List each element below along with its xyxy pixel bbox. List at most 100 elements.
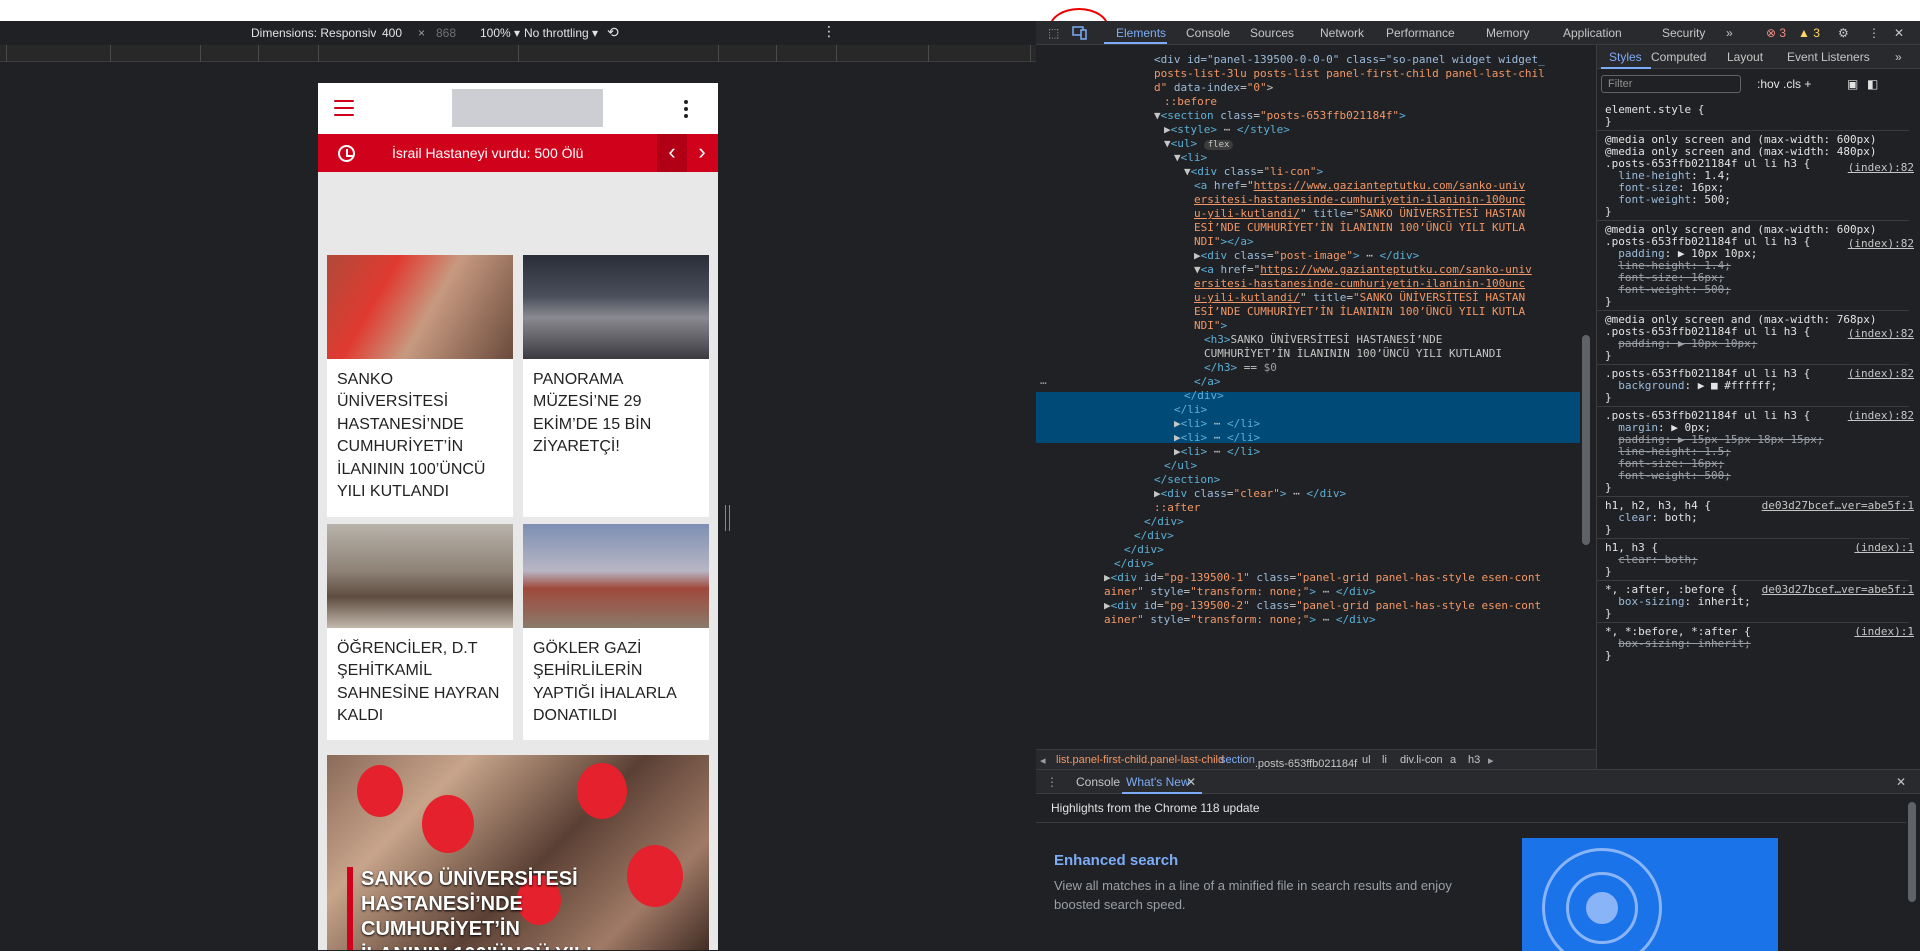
style-rule-line[interactable]: element.style { xyxy=(1605,103,1704,117)
style-source-link[interactable]: (index):82 xyxy=(1848,327,1914,340)
zoom-select[interactable]: 100% ▾ xyxy=(480,26,520,40)
settings-gear-icon[interactable]: ⚙ xyxy=(1838,26,1849,40)
warning-count[interactable]: ▲ 3 xyxy=(1798,26,1820,40)
crumb-item[interactable]: div.li-con xyxy=(1400,754,1443,766)
featured-post[interactable]: SANKO ÜNİVERSİTESİ HASTANESİ’NDE CUMHURİ… xyxy=(327,755,709,950)
more-options-icon[interactable]: ⋮ xyxy=(822,23,836,40)
tab-memory[interactable]: Memory xyxy=(1486,26,1529,40)
post-card[interactable]: SANKO ÜNİVERSİTESİ HASTANESİ’NDE CUMHURİ… xyxy=(327,255,513,517)
style-rule-line[interactable]: } xyxy=(1605,205,1612,219)
whats-new-image[interactable] xyxy=(1522,838,1778,951)
close-devtools-icon[interactable]: ✕ xyxy=(1894,26,1904,40)
style-rule-line[interactable]: } xyxy=(1605,523,1612,537)
style-rule-line[interactable]: } xyxy=(1605,115,1612,129)
post-title[interactable]: SANKO ÜNİVERSİTESİ HASTANESİ’NDE CUMHURİ… xyxy=(327,359,513,513)
width-input[interactable]: 400 xyxy=(376,24,424,42)
ticker-prev-button[interactable]: ‹ xyxy=(657,134,687,172)
post-image[interactable] xyxy=(523,524,709,628)
dom-node-line[interactable]: ESİ’NDE CUMHURİYET’İN İLANININ 100’ÜNCÜ … xyxy=(1194,303,1525,320)
post-image[interactable] xyxy=(327,255,513,359)
tab-network[interactable]: Network xyxy=(1320,26,1364,40)
kebab-menu-icon[interactable] xyxy=(684,100,688,118)
hamburger-menu-icon[interactable] xyxy=(334,100,354,116)
tab-computed[interactable]: Computed xyxy=(1651,50,1706,64)
post-title[interactable]: GÖKLER GAZİ ŞEHİRLİLERİN YAPTIĞI İHALARL… xyxy=(523,628,709,738)
crumb-item[interactable]: list.panel-first-child.panel-last-child xyxy=(1056,754,1224,766)
ticker-next-button[interactable]: › xyxy=(687,134,717,172)
styles-filter-input[interactable]: Filter xyxy=(1601,75,1741,93)
sidebar-toggle-icon[interactable]: ◧ xyxy=(1867,77,1878,91)
crumb-item[interactable]: ul xyxy=(1362,754,1371,766)
dimensions-select[interactable]: Dimensions: Responsive ▾ xyxy=(251,26,392,40)
style-source-link[interactable]: (index):82 xyxy=(1848,237,1914,250)
style-source-link[interactable]: (index):82 xyxy=(1848,161,1914,174)
dom-node-line[interactable]: ainer" style="transform: none;"> ⋯ </div… xyxy=(1104,611,1376,628)
post-image[interactable] xyxy=(327,524,513,628)
more-tabs-button[interactable]: » xyxy=(1726,26,1733,40)
style-source-link[interactable]: (index):1 xyxy=(1854,625,1914,638)
elements-tree[interactable]: … <div id="panel-139500-0-0-0" class="so… xyxy=(1036,45,1596,749)
style-rule-line[interactable]: box-sizing: inherit; xyxy=(1605,637,1750,651)
customize-icon[interactable]: ⋮ xyxy=(1868,26,1880,40)
style-rule-line[interactable]: } xyxy=(1605,649,1612,663)
tab-styles[interactable]: Styles xyxy=(1609,50,1642,64)
tab-layout[interactable]: Layout xyxy=(1727,50,1763,64)
tab-performance[interactable]: Performance xyxy=(1386,26,1455,40)
style-rule-line[interactable]: font-weight: 500; xyxy=(1605,193,1731,207)
post-image[interactable] xyxy=(523,255,709,359)
style-rule-line[interactable]: box-sizing: inherit; xyxy=(1605,595,1750,609)
style-rule-line[interactable]: } xyxy=(1605,481,1612,495)
crumb-item[interactable]: h3 xyxy=(1468,754,1480,766)
style-rule-line[interactable]: } xyxy=(1605,295,1612,309)
site-logo[interactable] xyxy=(452,89,603,127)
style-source-link[interactable]: de03d27bcef…ver=abe5f:1 xyxy=(1762,583,1914,596)
post-card[interactable]: ÖĞRENCİLER, D.T ŞEHİTKAMİL SAHNESİNE HAY… xyxy=(327,524,513,740)
style-source-link[interactable]: (index):1 xyxy=(1854,541,1914,554)
more-styles-tabs[interactable]: » xyxy=(1895,50,1902,64)
crumb-item[interactable]: a xyxy=(1450,754,1456,766)
post-card[interactable]: GÖKLER GAZİ ŞEHİRLİLERİN YAPTIĞI İHALARL… xyxy=(523,524,709,740)
whats-new-title[interactable]: Enhanced search xyxy=(1054,852,1178,869)
style-rule-line[interactable]: } xyxy=(1605,565,1612,579)
rotate-icon[interactable]: ⟲ xyxy=(607,24,619,41)
post-title[interactable]: PANORAMA MÜZESİ’NE 29 EKİM’DE 15 BİN ZİY… xyxy=(523,359,709,469)
post-title[interactable]: ÖĞRENCİLER, D.T ŞEHİTKAMİL SAHNESİNE HAY… xyxy=(327,628,513,738)
post-card[interactable]: PANORAMA MÜZESİ’NE 29 EKİM’DE 15 BİN ZİY… xyxy=(523,255,709,517)
tab-security[interactable]: Security xyxy=(1662,26,1705,40)
featured-title[interactable]: SANKO ÜNİVERSİTESİ HASTANESİ’NDE CUMHURİ… xyxy=(347,867,607,950)
computed-toggle-icon[interactable]: ▣ xyxy=(1847,77,1858,91)
styles-tools[interactable]: :hov .cls + xyxy=(1757,77,1811,91)
tab-event-listeners[interactable]: Event Listeners xyxy=(1787,50,1870,64)
style-rule-line[interactable]: font-weight: 500; xyxy=(1605,283,1731,297)
elements-scrollbar[interactable] xyxy=(1580,45,1592,749)
resize-handle[interactable] xyxy=(725,505,730,531)
style-rule-line[interactable]: font-weight: 500; xyxy=(1605,469,1731,483)
style-rule-line[interactable]: padding: ▶ 10px 10px; xyxy=(1605,337,1757,351)
style-source-link[interactable]: (index):82 xyxy=(1848,367,1914,380)
media-query-ruler[interactable] xyxy=(0,45,1036,62)
drawer-tab-whats-new[interactable]: What's New xyxy=(1126,775,1190,789)
drawer-menu-icon[interactable]: ⋮ xyxy=(1046,775,1058,789)
style-source-link[interactable]: (index):82 xyxy=(1848,409,1914,422)
inspect-icon[interactable]: ⬚ xyxy=(1048,26,1059,40)
selected-node-ellipsis[interactable]: … xyxy=(1040,372,1047,389)
tab-console[interactable]: Console xyxy=(1186,26,1230,40)
close-drawer-icon[interactable]: ✕ xyxy=(1896,775,1906,789)
style-rule-line[interactable]: clear: both; xyxy=(1605,511,1697,525)
throttling-select[interactable]: No throttling ▾ xyxy=(524,26,598,40)
crumb-item[interactable]: li xyxy=(1382,754,1387,766)
style-rule-line[interactable]: background: ▶ ■ #ffffff; xyxy=(1605,379,1777,393)
tab-application[interactable]: Application xyxy=(1563,26,1622,40)
drawer-tab-console[interactable]: Console xyxy=(1076,775,1120,789)
tab-sources[interactable]: Sources xyxy=(1250,26,1294,40)
tab-elements[interactable]: Elements xyxy=(1116,26,1166,40)
device-toggle-icon[interactable] xyxy=(1072,25,1088,40)
crumb-item[interactable]: section .posts-653ffb021184f xyxy=(1220,754,1357,770)
style-rule-line[interactable]: clear: both; xyxy=(1605,553,1697,567)
style-rule-line[interactable]: } xyxy=(1605,349,1612,363)
close-tab-icon[interactable]: ✕ xyxy=(1186,775,1196,789)
style-rule-line[interactable]: } xyxy=(1605,391,1612,405)
error-count[interactable]: ⊗ 3 xyxy=(1766,26,1786,40)
drawer-scrollbar[interactable] xyxy=(1906,794,1918,951)
height-input[interactable]: 868 xyxy=(430,24,478,42)
